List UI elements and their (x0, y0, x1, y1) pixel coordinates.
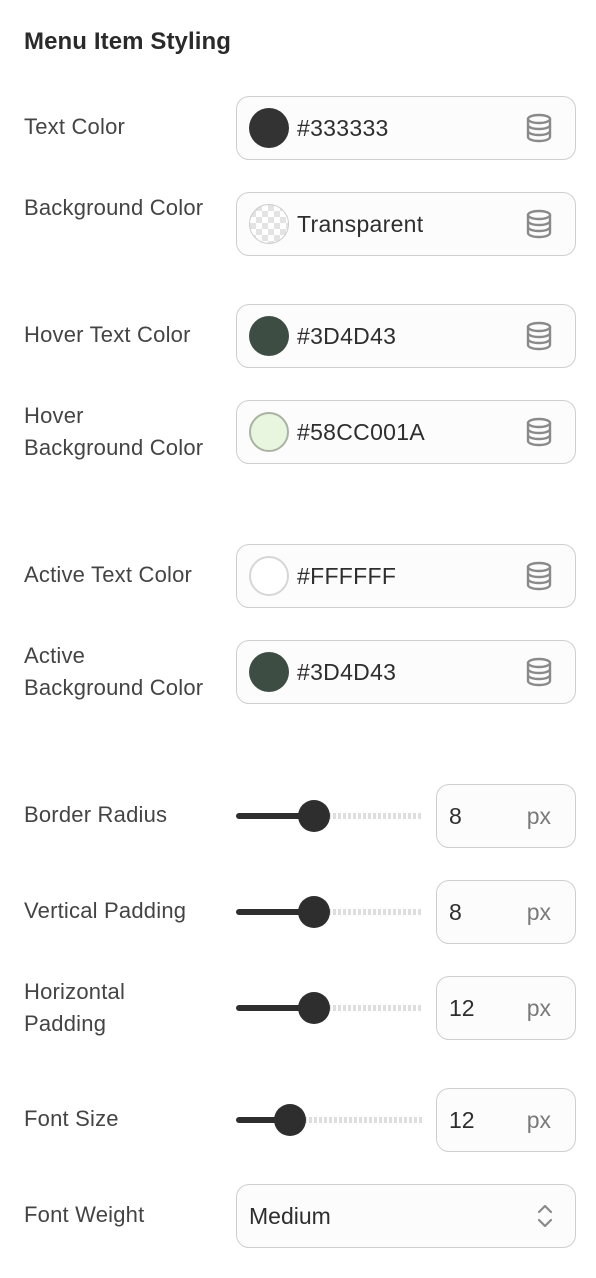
active-text-color-label: Active Text Color (24, 562, 193, 587)
database-icon[interactable] (525, 561, 553, 591)
database-icon[interactable] (525, 417, 553, 447)
slider-track[interactable] (318, 813, 422, 819)
vertical-padding-value[interactable]: 8 (449, 899, 462, 926)
hover-text-color-label: Hover Text Color (24, 322, 191, 347)
font-size-value[interactable]: 12 (449, 1107, 475, 1134)
unit-label: px (526, 802, 551, 829)
hover-background-color-picker[interactable]: #58CC001A (236, 400, 576, 464)
background-color-swatch[interactable] (249, 204, 289, 244)
border-radius-label: Border Radius (24, 802, 168, 827)
active-text-color-picker[interactable]: #FFFFFF (236, 544, 576, 608)
slider-track[interactable] (294, 1117, 422, 1123)
database-icon[interactable] (525, 321, 553, 351)
font-weight-label: Font Weight (24, 1202, 145, 1227)
database-icon[interactable] (525, 113, 553, 143)
vertical-padding-input[interactable]: 8 px (436, 880, 576, 944)
vertical-padding-slider[interactable] (236, 895, 422, 929)
active-text-color-swatch[interactable] (249, 556, 289, 596)
slider-thumb[interactable] (274, 1104, 306, 1136)
text-color-label: Text Color (24, 114, 126, 139)
hover-background-color-label: Hover Background Color (24, 403, 204, 460)
chevron-up-down-icon[interactable] (535, 1201, 555, 1231)
active-background-color-value[interactable]: #3D4D43 (297, 659, 525, 686)
font-size-slider[interactable] (236, 1103, 422, 1137)
background-color-picker[interactable]: Transparent (236, 192, 576, 256)
horizontal-padding-slider[interactable] (236, 991, 422, 1025)
font-weight-value[interactable]: Medium (249, 1203, 331, 1230)
active-text-color-value[interactable]: #FFFFFF (297, 563, 525, 590)
database-icon[interactable] (525, 209, 553, 239)
font-size-input[interactable]: 12 px (436, 1088, 576, 1152)
active-background-color-picker[interactable]: #3D4D43 (236, 640, 576, 704)
unit-label: px (526, 994, 551, 1021)
slider-thumb[interactable] (298, 992, 330, 1024)
text-color-picker[interactable]: #333333 (236, 96, 576, 160)
background-color-value[interactable]: Transparent (297, 211, 525, 238)
unit-label: px (526, 1106, 551, 1133)
border-radius-value[interactable]: 8 (449, 803, 462, 830)
slider-track[interactable] (318, 1005, 422, 1011)
font-weight-select[interactable]: Medium (236, 1184, 576, 1248)
horizontal-padding-label: Horizontal Padding (24, 979, 126, 1036)
section-title: Menu Item Styling (24, 28, 232, 55)
database-icon[interactable] (525, 657, 553, 687)
hover-background-color-value[interactable]: #58CC001A (297, 419, 525, 446)
hover-background-color-swatch[interactable] (249, 412, 289, 452)
hover-text-color-value[interactable]: #3D4D43 (297, 323, 525, 350)
slider-thumb[interactable] (298, 800, 330, 832)
active-background-color-swatch[interactable] (249, 652, 289, 692)
horizontal-padding-value[interactable]: 12 (449, 995, 475, 1022)
font-size-label: Font Size (24, 1106, 119, 1131)
slider-thumb[interactable] (298, 896, 330, 928)
text-color-swatch[interactable] (249, 108, 289, 148)
vertical-padding-label: Vertical Padding (24, 898, 187, 923)
active-background-color-label: Active Background Color (24, 643, 204, 700)
border-radius-slider[interactable] (236, 799, 422, 833)
text-color-value[interactable]: #333333 (297, 115, 525, 142)
hover-text-color-swatch[interactable] (249, 316, 289, 356)
unit-label: px (526, 898, 551, 925)
background-color-label: Background Color (24, 195, 204, 220)
border-radius-input[interactable]: 8 px (436, 784, 576, 848)
slider-track[interactable] (318, 909, 422, 915)
horizontal-padding-input[interactable]: 12 px (436, 976, 576, 1040)
hover-text-color-picker[interactable]: #3D4D43 (236, 304, 576, 368)
